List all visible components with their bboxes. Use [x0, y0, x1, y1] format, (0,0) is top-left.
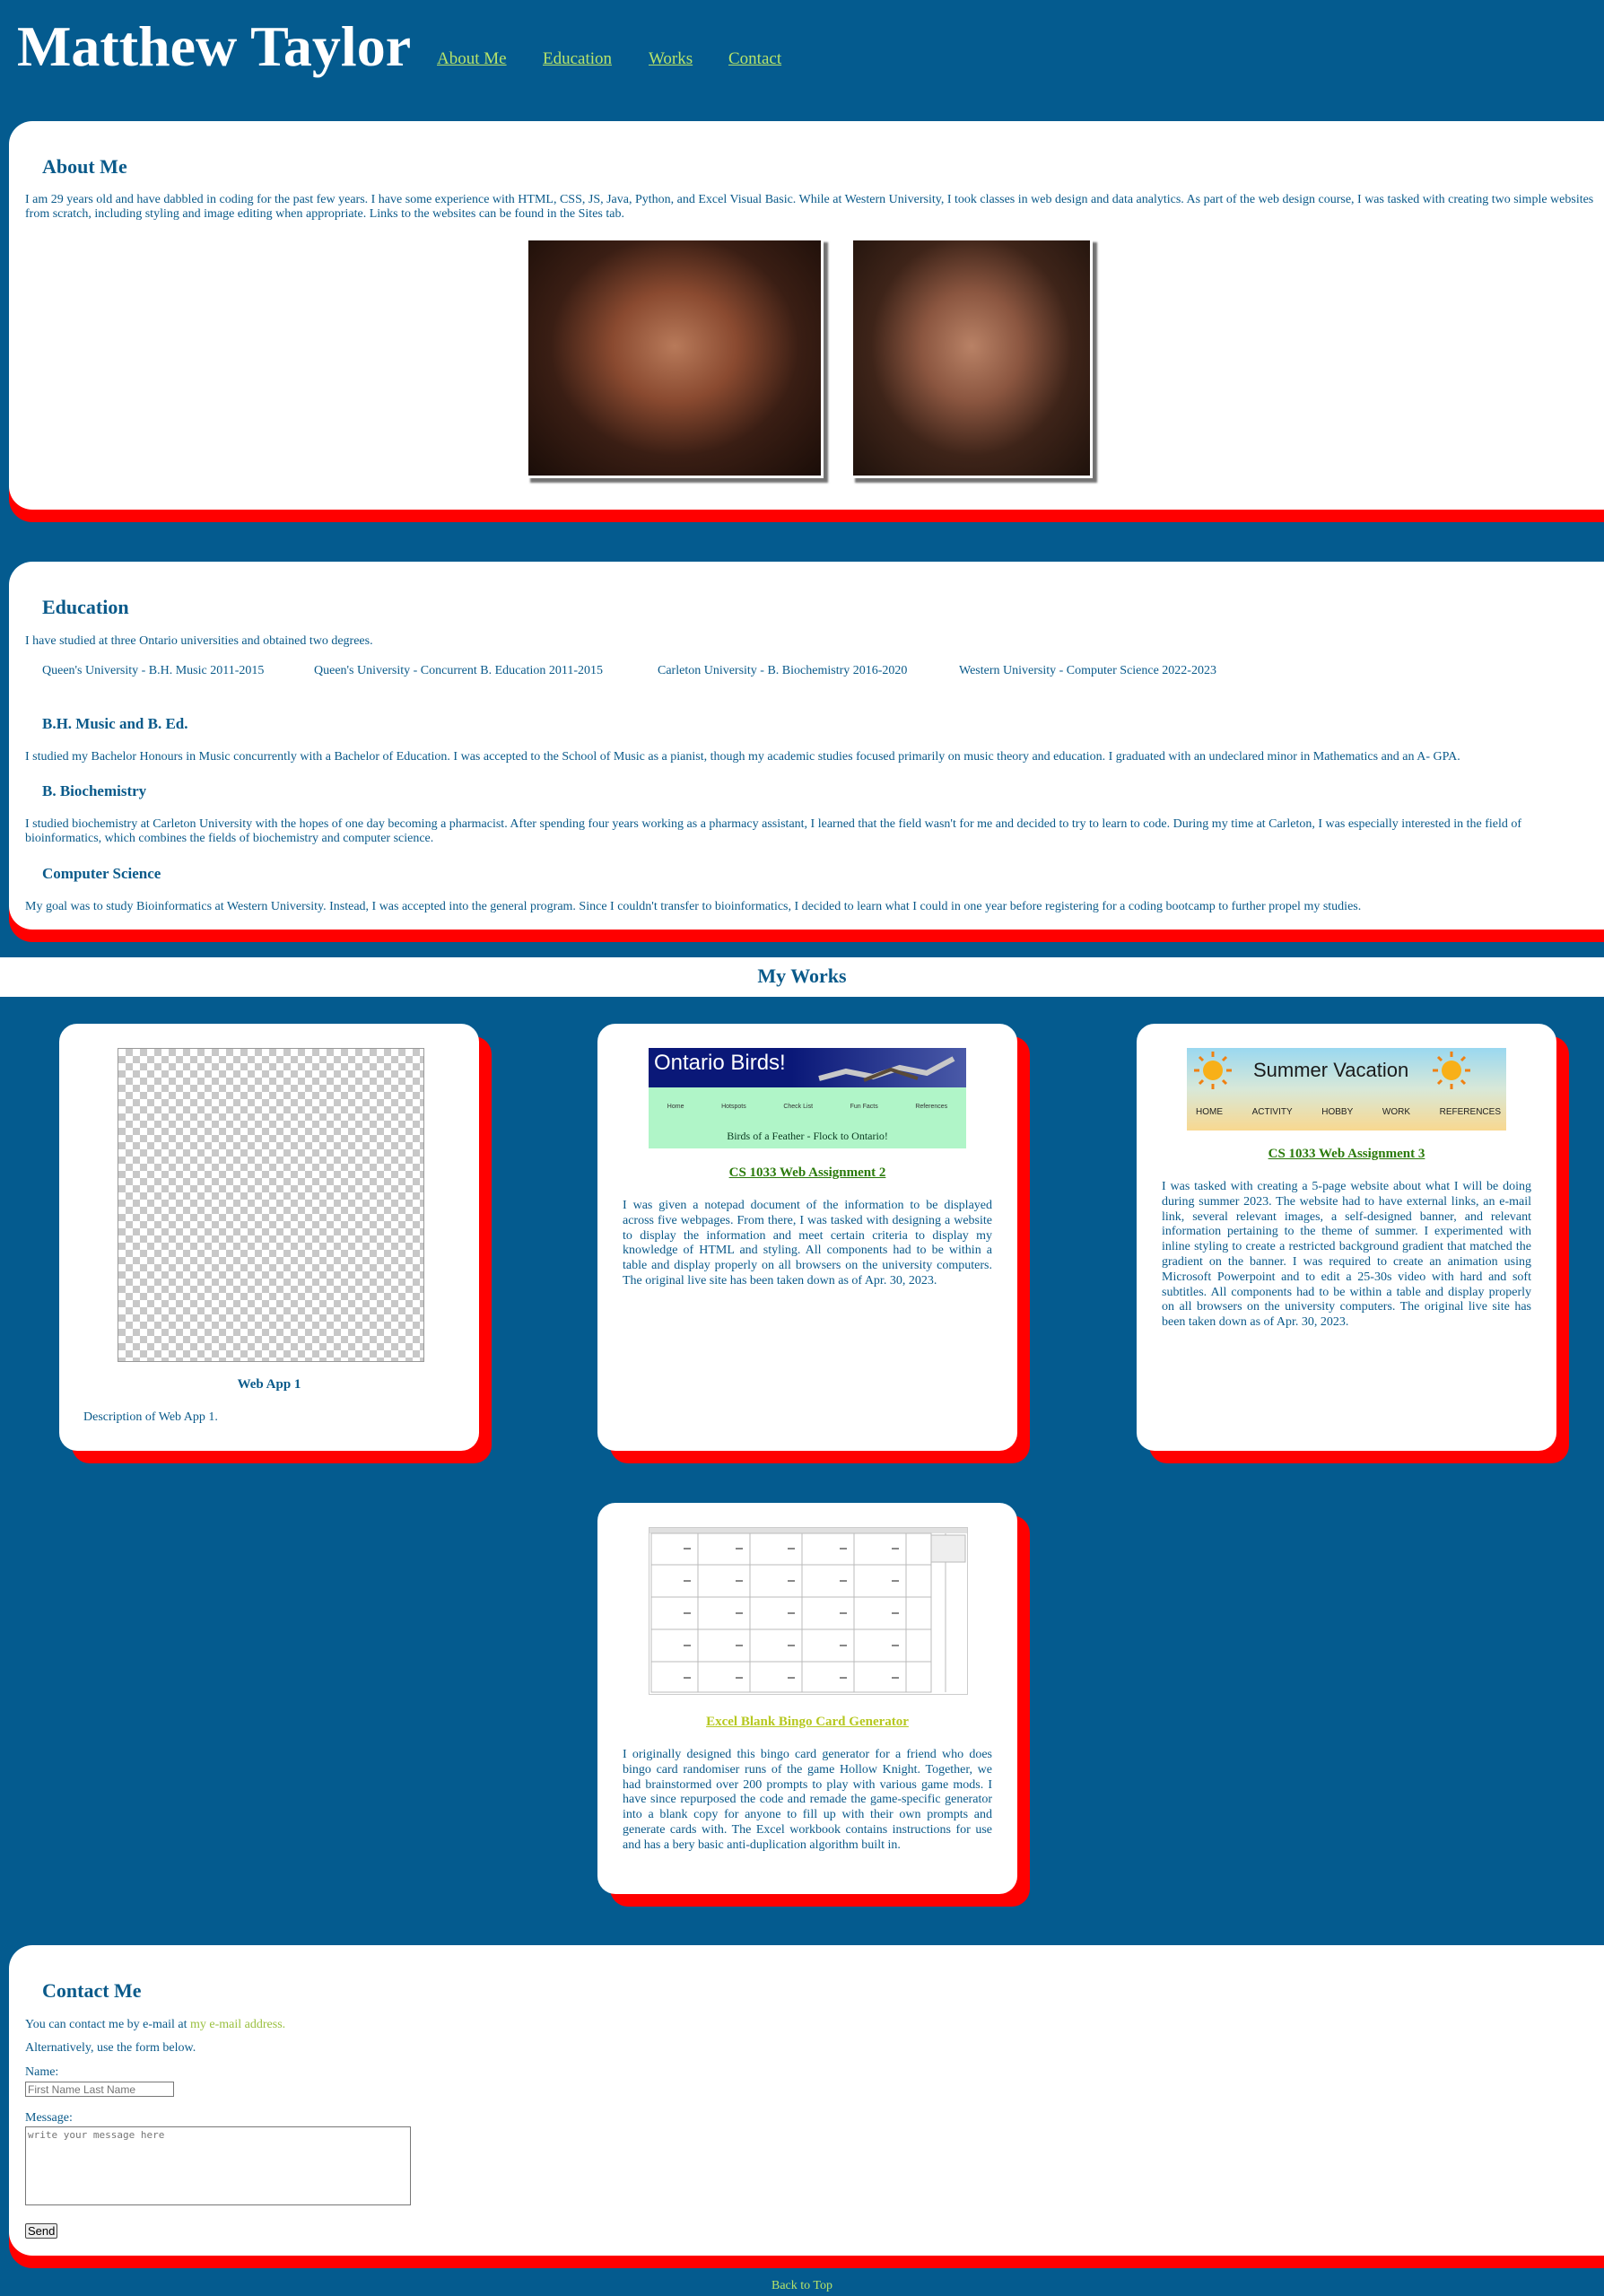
degree-item: Western University - Computer Science 20…: [959, 664, 1216, 677]
nav-link-contact[interactable]: Contact: [728, 49, 781, 69]
degree-item: Queen's University - Concurrent B. Educa…: [314, 664, 603, 677]
site-header: Matthew Taylor About Me Education Works …: [0, 0, 1604, 108]
education-subheading: B. Biochemistry: [42, 782, 147, 799]
name-label: Name:: [25, 2065, 59, 2079]
contact-email-prefix: You can contact me by e-mail at: [25, 2018, 191, 2031]
thumbnail-nav-item: HOME: [1196, 1107, 1223, 1117]
about-heading: About Me: [42, 155, 127, 178]
card-title: Web App 1: [237, 1377, 301, 1392]
card-description: I was given a notepad document of the in…: [623, 1199, 992, 1288]
thumbnail-tagline: Birds of a Feather - Flock to Ontario!: [727, 1130, 888, 1142]
education-section: Education I have studied at three Ontari…: [9, 562, 1604, 930]
contact-alt-text: Alternatively, use the form below.: [25, 2041, 196, 2055]
contact-section: Contact Me: [9, 1945, 1604, 2256]
education-paragraph: I studied biochemistry at Carleton Unive…: [25, 817, 1522, 845]
about-section: About Me I am 29 years old and have dabb…: [9, 121, 1604, 510]
message-field[interactable]: [25, 2126, 411, 2205]
project-thumbnail[interactable]: Summer Vacation HOME ACTIVITY HOBBY WORK…: [1187, 1048, 1506, 1131]
send-button[interactable]: Send: [25, 2223, 58, 2239]
project-thumbnail[interactable]: [649, 1527, 968, 1695]
work-card: Summer Vacation HOME ACTIVITY HOBBY WORK…: [1137, 1024, 1556, 1451]
contact-heading: Contact Me: [42, 1979, 142, 2002]
thumbnail-nav-item: Home: [667, 1104, 684, 1110]
project-link[interactable]: CS 1033 Web Assignment 2: [597, 1165, 1017, 1181]
about-text: I am 29 years old and have dabbled in co…: [25, 193, 1594, 221]
degree-item: Queen's University - B.H. Music 2011-201…: [42, 664, 265, 677]
work-card: Web App 1 Description of Web App 1.: [59, 1024, 479, 1451]
works-banner: My Works: [0, 957, 1604, 997]
message-label: Message:: [25, 2111, 73, 2125]
thumbnail-nav-item: References: [915, 1104, 948, 1110]
work-card: Excel Blank Bingo Card Generator I origi…: [597, 1503, 1017, 1894]
card-description: I originally designed this bingo card ge…: [623, 1748, 992, 1852]
education-heading: Education: [42, 596, 129, 618]
profile-photo: [526, 238, 824, 478]
thumbnail-nav: HOME ACTIVITY HOBBY WORK REFERENCES: [1196, 1107, 1501, 1117]
thumbnail-nav-item: Check List: [783, 1104, 814, 1110]
email-link[interactable]: my e-mail address.: [190, 2018, 285, 2031]
degree-item: Carleton University - B. Biochemistry 20…: [658, 664, 908, 677]
thumbnail-banner-text: Summer Vacation: [1253, 1059, 1409, 1081]
thumbnail-nav-item: Hotspots: [721, 1104, 746, 1110]
card-description: Description of Web App 1.: [83, 1410, 218, 1424]
card-description: I was tasked with creating a 5-page webs…: [1162, 1180, 1531, 1330]
thumbnail-nav-item: REFERENCES: [1439, 1107, 1501, 1117]
project-thumbnail[interactable]: Ontario Birds! Home Hotspots Check List …: [649, 1048, 966, 1148]
project-link[interactable]: Excel Blank Bingo Card Generator: [597, 1715, 1017, 1730]
nav-link-works[interactable]: Works: [649, 49, 693, 69]
thumbnail-banner: Ontario Birds!: [649, 1048, 966, 1087]
sun-icon: [1433, 1052, 1470, 1089]
site-title: Matthew Taylor: [17, 14, 412, 78]
thumbnail-nav-item: WORK: [1382, 1107, 1411, 1117]
placeholder-image: [118, 1048, 424, 1362]
education-paragraph: My goal was to study Bioinformatics at W…: [25, 900, 1362, 913]
project-link[interactable]: CS 1033 Web Assignment 3: [1137, 1147, 1556, 1162]
thumbnail-nav-item: HOBBY: [1321, 1107, 1354, 1117]
works-heading: My Works: [757, 965, 847, 987]
education-intro: I have studied at three Ontario universi…: [25, 634, 373, 648]
back-to-top-link[interactable]: Back to Top: [0, 2279, 1604, 2293]
contact-email-line: You can contact me by e-mail at my e-mai…: [25, 2018, 285, 2032]
thumbnail-nav-item: ACTIVITY: [1251, 1107, 1293, 1117]
profile-photo: [850, 238, 1093, 478]
education-paragraph: I studied my Bachelor Honours in Music c…: [25, 750, 1460, 764]
sun-icon: [1194, 1052, 1232, 1089]
thumbnail-nav: Home Hotspots Check List Fun Facts Refer…: [649, 1104, 966, 1110]
thumbnail-banner-text: Ontario Birds!: [654, 1051, 786, 1075]
nav-link-about[interactable]: About Me: [437, 49, 507, 69]
education-subheading: Computer Science: [42, 865, 161, 882]
spreadsheet-icon: [649, 1528, 967, 1693]
birds-icon: [818, 1056, 955, 1082]
education-subheading: B.H. Music and B. Ed.: [42, 715, 188, 732]
work-card: Ontario Birds! Home Hotspots Check List …: [597, 1024, 1017, 1451]
nav-link-education[interactable]: Education: [543, 49, 612, 69]
thumbnail-nav-item: Fun Facts: [850, 1104, 878, 1110]
name-field[interactable]: [25, 2082, 174, 2097]
